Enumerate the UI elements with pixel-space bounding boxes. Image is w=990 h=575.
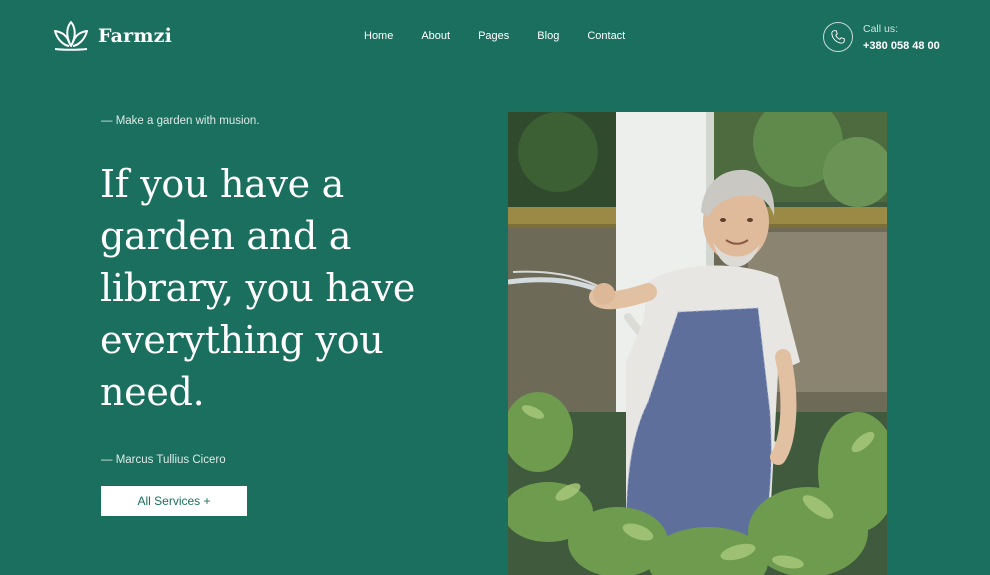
gardener-photo-illustration — [508, 112, 887, 575]
brand-logo[interactable]: Farmzi — [52, 19, 172, 53]
call-text: Call us: +380 058 48 00 — [863, 23, 940, 52]
hero-headline: If you have a garden and a library, you … — [100, 162, 416, 414]
quote-author: — Marcus Tullius Cicero — [101, 454, 226, 466]
hero-photo — [508, 112, 887, 575]
nav-item-blog[interactable]: Blog — [523, 26, 573, 46]
nav-item-home[interactable]: Home — [350, 26, 407, 46]
nav-item-pages[interactable]: Pages — [464, 26, 523, 46]
call-us[interactable]: Call us: +380 058 48 00 — [823, 17, 940, 57]
site-header: Farmzi Home About Pages Blog Contact Cal… — [0, 0, 990, 74]
all-services-button[interactable]: All Services + — [101, 486, 247, 516]
main-nav: Home About Pages Blog Contact — [350, 26, 639, 46]
hero-tagline: — Make a garden with musion. — [101, 115, 260, 127]
nav-item-contact[interactable]: Contact — [573, 26, 639, 46]
phone-button[interactable] — [823, 22, 853, 52]
call-label: Call us: — [863, 22, 899, 35]
phone-number[interactable]: +380 058 48 00 — [863, 40, 940, 52]
phone-icon — [831, 30, 845, 44]
brand-name: Farmzi — [98, 25, 173, 47]
nav-item-about[interactable]: About — [407, 26, 464, 46]
lotus-logo-icon — [54, 21, 88, 51]
